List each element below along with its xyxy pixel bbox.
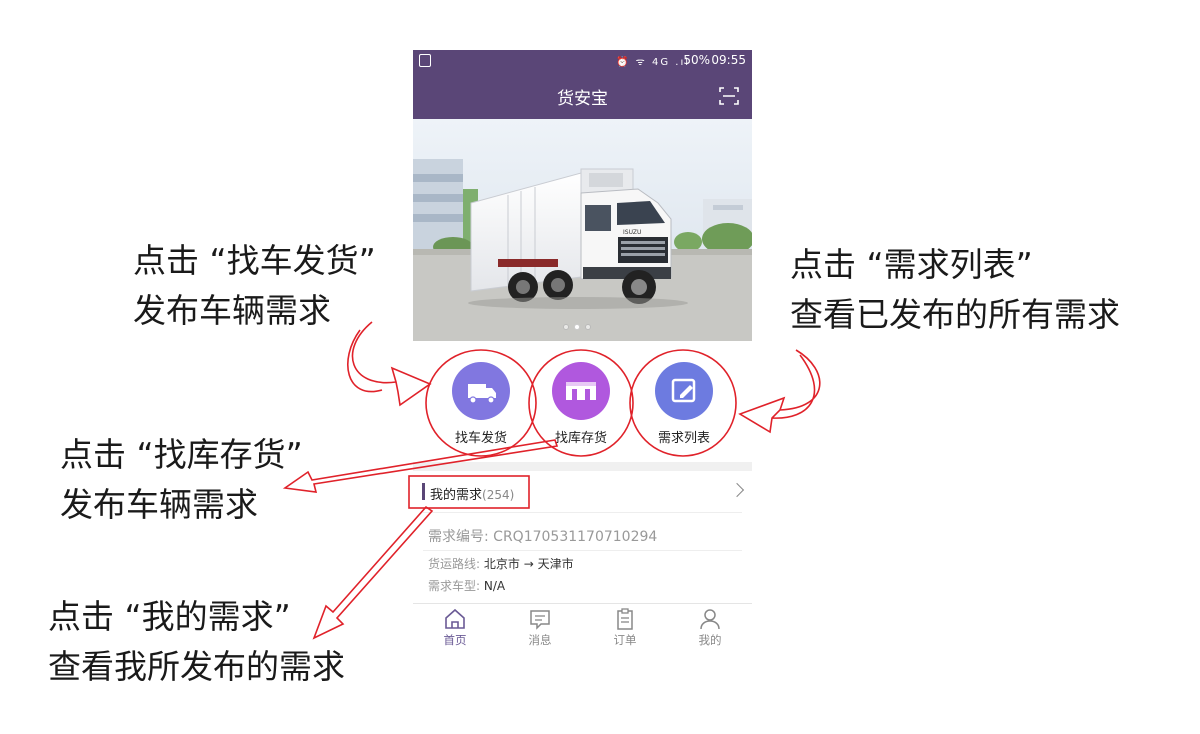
demand-list-circle (655, 362, 713, 420)
truck-brand: ISUZU (623, 229, 641, 236)
tab-orders-label: 订单 (613, 633, 637, 647)
caption-line: 发布车辆需求 (133, 291, 331, 330)
banner-carousel[interactable]: ISUZU (413, 119, 752, 341)
tab-orders[interactable]: 订单 (595, 608, 655, 648)
warehouse-icon (566, 382, 596, 400)
phone-screen: ⏰ ᯤ 4G .ıl 50% 09:55 货安宝 ISUZU 找车发货 找库存货… (413, 50, 752, 662)
route-from: 北京市 (483, 557, 520, 571)
vehicle-label: 需求车型: (428, 579, 484, 593)
caption-line: 点击 “我的需求” (48, 597, 291, 636)
caption-line: 点击 “找库存货” (60, 435, 303, 474)
section-marker (422, 483, 425, 500)
app-header: 货安宝 (413, 72, 752, 119)
section-divider (413, 462, 752, 471)
scan-icon[interactable] (719, 86, 739, 106)
carousel-dot[interactable] (563, 324, 569, 330)
carousel-dots (563, 324, 591, 330)
caption-find-truck: 点击 “找车发货” 发布车辆需求 (133, 236, 376, 336)
app-title: 货安宝 (557, 89, 608, 109)
caption-demand-list: 点击 “需求列表” 查看已发布的所有需求 (790, 240, 1120, 340)
bottom-tab-bar: 首页 消息 订单 我的 (413, 603, 752, 662)
divider (423, 550, 742, 551)
tab-home[interactable]: 首页 (425, 608, 485, 648)
route-to: 天津市 (537, 557, 574, 571)
my-demand-label: 我的需求 (430, 488, 483, 503)
truck-icon (468, 384, 496, 404)
caption-line: 查看已发布的所有需求 (790, 295, 1120, 334)
signal-icons: ⏰ ᯤ 4G .ıl (616, 57, 690, 68)
find-truck-button[interactable]: 找车发货 (431, 350, 531, 446)
carousel-dot[interactable] (585, 324, 591, 330)
find-warehouse-button[interactable]: 找库存货 (531, 350, 631, 446)
caption-line: 查看我所发布的需求 (48, 647, 345, 686)
my-demand-row[interactable]: 我的需求(254) (413, 475, 752, 509)
home-icon (445, 608, 465, 629)
caption-my-demand: 点击 “我的需求” 查看我所发布的需求 (48, 592, 345, 692)
divider (423, 512, 742, 513)
message-icon (530, 610, 550, 630)
carousel-dot-active[interactable] (574, 324, 580, 330)
demand-list-button[interactable]: 需求列表 (634, 350, 734, 446)
edit-icon (671, 378, 696, 403)
status-time: 09:55 (711, 53, 746, 67)
vehicle-value: N/A (483, 579, 506, 593)
caption-find-warehouse: 点击 “找库存货” 发布车辆需求 (60, 430, 303, 530)
notification-icon (419, 54, 431, 67)
demand-vehicle-type[interactable]: 需求车型: N/A (428, 577, 505, 594)
status-bar: ⏰ ᯤ 4G .ıl 50% 09:55 (413, 50, 752, 72)
clipboard-icon (617, 608, 633, 630)
caption-line: 发布车辆需求 (60, 485, 258, 524)
demand-list-label: 需求列表 (657, 431, 710, 446)
tab-messages-label: 消息 (528, 633, 552, 647)
find-truck-circle (452, 362, 510, 420)
tab-home-label: 首页 (443, 633, 467, 647)
caption-line: 点击 “需求列表” (790, 245, 1033, 284)
route-label: 货运路线: (428, 557, 484, 571)
tab-profile[interactable]: 我的 (680, 608, 740, 648)
find-warehouse-circle (552, 362, 610, 420)
user-icon (700, 609, 720, 630)
demand-route[interactable]: 货运路线: 北京市 → 天津市 (428, 555, 574, 572)
tab-profile-label: 我的 (698, 633, 722, 647)
tab-messages[interactable]: 消息 (510, 608, 570, 648)
chevron-right-icon (729, 482, 745, 498)
route-arrow: → (523, 557, 534, 571)
find-truck-label: 找车发货 (454, 431, 507, 446)
banner-image: ISUZU (413, 119, 752, 341)
demand-order-number: 需求编号: CRQ170531170710294 (428, 529, 658, 545)
my-demand-count: (254) (482, 488, 515, 502)
my-demand-title: 我的需求(254) (430, 484, 514, 503)
battery-level: 50% (683, 53, 710, 67)
find-warehouse-label: 找库存货 (554, 431, 607, 446)
caption-line: 点击 “找车发货” (133, 241, 376, 280)
